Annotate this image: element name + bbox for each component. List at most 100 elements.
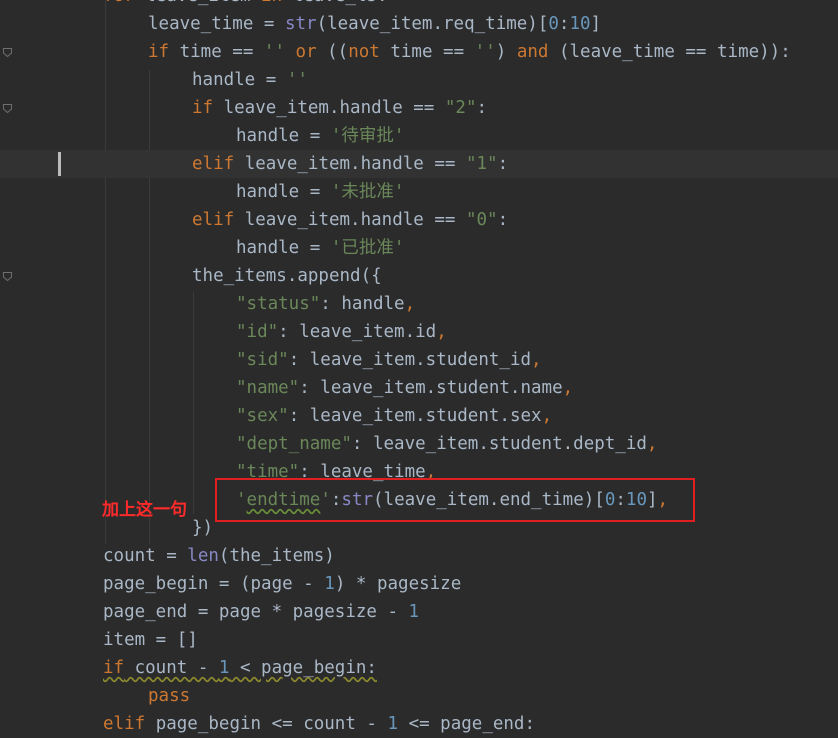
code-token: : [558,14,570,34]
code-token: len [187,546,219,566]
code-token: leave_item.handle == [234,210,466,230]
code-text: "name": leave_item.student.name, [236,374,573,402]
code-token: leave_time = [148,14,285,34]
code-text: "id": leave_item.id, [236,318,447,346]
code-line[interactable]: if leave_item.handle == "2": [0,94,838,122]
annotation-label: 加上这一句 [102,500,187,520]
code-token: : leave_item.student.name [299,378,563,398]
code-token: if [103,658,125,678]
code-token: : [497,210,509,230]
code-token: page_begin <= count - [145,714,388,734]
code-line[interactable]: elif page_begin <= count - 1 <= page_end… [0,710,838,738]
code-token: '' [286,70,308,90]
code-line[interactable]: leave_time = str(leave_item.req_time)[0:… [0,10,838,38]
code-text: handle = '' [192,66,308,94]
code-line[interactable]: page_begin = (page - 1) * pagesize [0,570,838,598]
code-token: ) * pagesize [334,574,462,594]
fold-collapse-icon[interactable] [3,272,12,281]
code-token: elif [192,154,235,174]
code-text: elif leave_item.handle == "1": [192,150,508,178]
code-token: "2" [444,98,477,118]
code-text: elif leave_item.handle == "0": [192,206,508,234]
fold-collapse-icon[interactable] [3,48,12,57]
code-token: : handle [320,294,405,314]
code-token: , [436,322,447,342]
code-text: "sid": leave_item.student_id, [236,346,542,374]
code-line[interactable]: elif leave_item.handle == "1": [0,150,838,178]
code-line[interactable]: handle = '已批准' [0,234,838,262]
code-token: : leave_item.student_id [288,350,532,370]
code-token: 1 [387,714,399,734]
code-line[interactable]: handle = '' [0,66,838,94]
code-token: "0" [465,210,498,230]
code-line[interactable]: for leave_item in leave_ls: [0,0,838,10]
code-line[interactable]: handle = '待审批' [0,122,838,150]
code-line[interactable]: item = [] [0,626,838,654]
code-line[interactable]: "name": leave_item.student.name, [0,374,838,402]
code-line[interactable]: the_items.append({ [0,262,838,290]
code-line[interactable]: if time == '' or ((not time == '') and (… [0,38,838,66]
code-token: pass [148,686,191,706]
code-text: handle = '待审批' [236,122,404,150]
code-token: elif [192,210,235,230]
code-line[interactable]: "status": handle, [0,290,838,318]
code-token: count - [124,658,219,678]
code-token: leave_item.handle == [213,98,445,118]
code-token: if [148,42,170,62]
code-line[interactable]: count = len(the_items) [0,542,838,570]
code-token: page_end = page * pagesize - [103,602,409,622]
code-token: ] [590,14,602,34]
code-editor[interactable]: for leave_item in leave_ls:leave_time = … [0,0,838,735]
code-token: '已批准' [330,238,405,258]
code-token: (leave_item.req_time)[ [316,14,549,34]
code-text: "sex": leave_item.student.sex, [236,402,552,430]
code-token: handle = [236,238,331,258]
code-token: "id" [236,322,279,342]
code-text: count = len(the_items) [103,542,335,570]
code-token: item = [] [103,630,198,650]
code-token: str [284,14,317,34]
code-token: : leave_item.id [278,322,437,342]
code-text: elif page_begin <= count - 1 <= page_end… [103,710,535,738]
code-line[interactable]: pass [0,682,838,710]
code-token: handle = [236,126,331,146]
code-token: '' [474,42,496,62]
code-token: time == [169,42,264,62]
code-line[interactable]: elif leave_item.handle == "0": [0,206,838,234]
code-line[interactable]: "sid": leave_item.student_id, [0,346,838,374]
code-line[interactable]: if count - 1 < page_begin: [0,654,838,682]
code-line[interactable]: "dept_name": leave_item.student.dept_id, [0,430,838,458]
code-token: "sid" [236,350,289,370]
code-text: for leave_item in leave_ls: [103,0,387,10]
code-token: handle = [192,70,287,90]
code-token: , [404,294,416,314]
code-text: leave_time = str(leave_item.req_time)[0:… [148,10,601,38]
code-text: if time == '' or ((not time == '') and (… [148,38,791,66]
code-token: , [646,434,658,454]
code-text: item = [] [103,626,198,654]
code-text: "status": handle, [236,290,415,318]
code-token: 0 [548,14,559,34]
code-text: handle = '已批准' [236,234,404,262]
code-line[interactable]: handle = '未批准' [0,178,838,206]
code-token: 1 [324,574,335,594]
code-text: page_begin = (page - 1) * pagesize [103,570,461,598]
code-token: "name" [236,378,300,398]
code-line[interactable]: "id": leave_item.id, [0,318,838,346]
text-caret [58,152,61,176]
code-token: '' [263,42,285,62]
code-token: (( [316,42,349,62]
code-token: page_begin = (page - [103,574,325,594]
code-token: in [261,0,282,6]
code-token: : [497,154,509,174]
code-token: '未批准' [330,182,405,202]
fold-collapse-icon[interactable] [3,104,12,113]
code-token: , [562,378,574,398]
code-line[interactable]: "sex": leave_item.student.sex, [0,402,838,430]
code-text: handle = '未批准' [236,178,404,206]
code-text: the_items.append({ [192,262,382,290]
code-token: : [476,98,488,118]
code-line[interactable]: page_end = page * pagesize - 1 [0,598,838,626]
code-token: and [516,42,549,62]
